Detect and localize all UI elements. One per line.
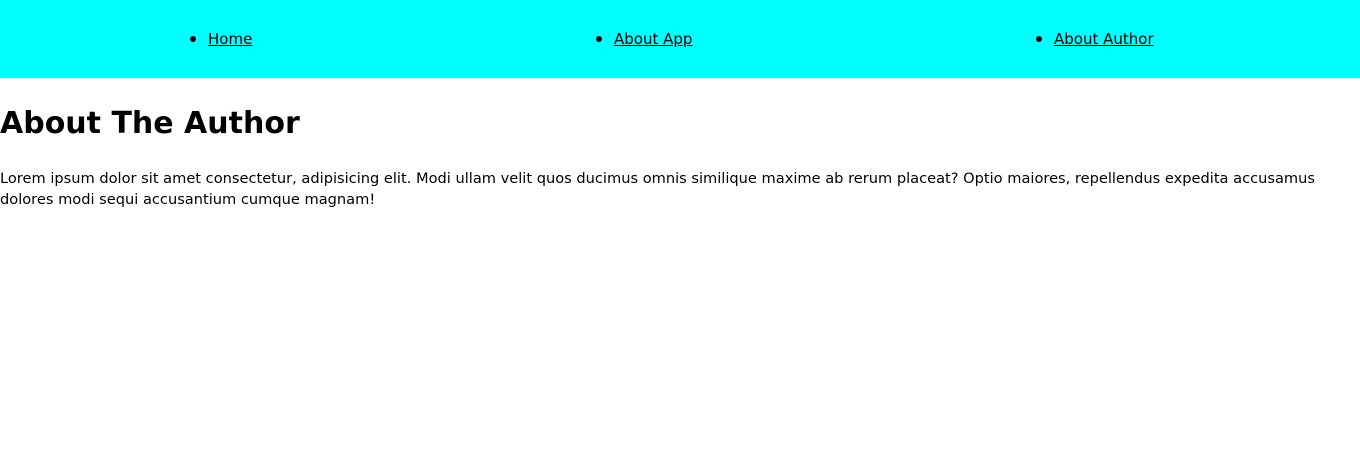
page-title: About The Author <box>0 106 300 141</box>
author-description: Lorem ipsum dolor sit amet consectetur, … <box>0 170 1315 208</box>
bullet-icon <box>1036 36 1042 42</box>
nav-link-about-author[interactable]: About Author <box>1054 28 1154 50</box>
nav-link-home[interactable]: Home <box>208 28 252 50</box>
main-content: About The Author Lorem ipsum dolor sit a… <box>0 106 1360 210</box>
nav-item-home: Home <box>190 28 252 50</box>
nav-item-about-app: About App <box>596 28 692 50</box>
nav-link-about-app[interactable]: About App <box>614 28 692 50</box>
nav-list: Home About App About Author <box>0 0 1360 78</box>
top-navbar: Home About App About Author <box>0 0 1360 78</box>
bullet-icon <box>596 36 602 42</box>
nav-item-about-author: About Author <box>1036 28 1154 50</box>
bullet-icon <box>190 36 196 42</box>
